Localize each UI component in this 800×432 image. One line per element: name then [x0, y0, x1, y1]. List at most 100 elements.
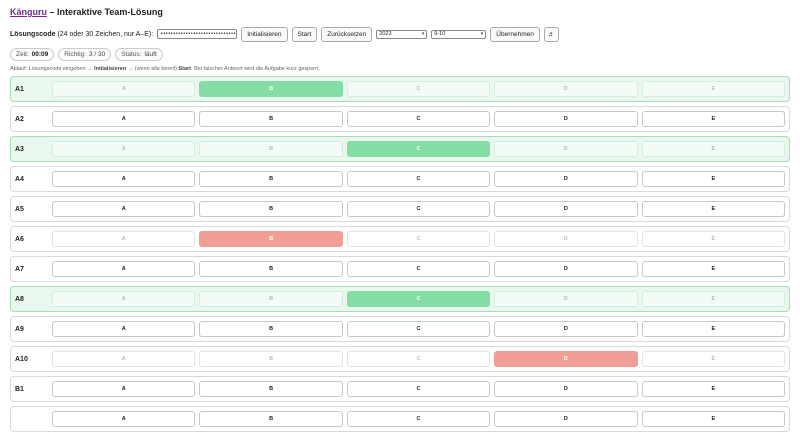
initialize-button[interactable]: Initialisieren — [241, 26, 288, 42]
answer-option-e: E — [641, 291, 786, 307]
answer-option-c[interactable]: C — [346, 261, 491, 277]
code-label-strong: Lösungscode — [10, 30, 56, 38]
answer-option-e[interactable]: E — [641, 411, 786, 427]
answer-option-a: A — [52, 81, 196, 97]
answer-options: ABCDE — [52, 171, 789, 187]
task-row: A3 A B C D E — [10, 136, 790, 162]
status-badge: Status: läuft — [115, 48, 163, 61]
grade-select[interactable]: 9-10 ▾ — [431, 29, 487, 39]
answer-option-d[interactable]: D — [494, 381, 638, 397]
answer-option-d[interactable]: D — [494, 261, 638, 277]
answer-option-a: A — [52, 231, 196, 247]
score-badge: Richtig: 3 / 30 — [58, 48, 112, 61]
answer-option-a[interactable]: A — [52, 411, 196, 427]
answer-option-d[interactable]: D — [494, 411, 638, 427]
task-row: A8 A B C D E — [10, 286, 790, 312]
solution-code-input[interactable]: •••••••••••••••••••••••••••••• — [157, 29, 238, 39]
chevron-down-icon: ▾ — [480, 31, 484, 37]
task-row: A7 A B C D E — [10, 256, 790, 282]
answer-option-e[interactable]: E — [641, 321, 786, 337]
answer-option-b[interactable]: B — [199, 261, 343, 277]
answer-option-c[interactable]: C — [346, 201, 491, 217]
header: Känguru – Interaktive Team-Lösung Lösung… — [0, 0, 800, 74]
status-bar: Zeit: 00:09 Richtig: 3 / 30 Status: läuf… — [10, 48, 790, 61]
answer-option-d[interactable]: D — [494, 351, 638, 367]
answer-options: ABCDE — [52, 351, 789, 367]
answer-option-c[interactable]: C — [346, 141, 491, 157]
status-label: Status: — [121, 51, 142, 58]
reset-button[interactable]: Zurücksetzen — [321, 26, 373, 42]
answer-option-a[interactable]: A — [52, 111, 196, 127]
answer-option-c[interactable]: C — [346, 111, 491, 127]
answer-option-a[interactable]: A — [52, 381, 196, 397]
timer-label: Zeit: — [16, 51, 29, 58]
answer-option-a: A — [52, 291, 196, 307]
answer-option-c[interactable]: C — [346, 291, 491, 307]
answer-option-e[interactable]: E — [641, 381, 786, 397]
answer-option-c: C — [346, 351, 491, 367]
answer-option-c[interactable]: C — [346, 381, 491, 397]
start-button[interactable]: Start — [291, 26, 318, 42]
answer-option-e[interactable]: E — [641, 201, 786, 217]
answer-option-b[interactable]: B — [199, 231, 343, 247]
year-select-value: 2023 — [379, 31, 392, 37]
task-row: B1 A B C D E — [10, 376, 790, 402]
answer-options: ABCDE — [52, 111, 789, 127]
answer-option-b[interactable]: B — [199, 201, 343, 217]
answer-option-b[interactable]: B — [199, 171, 343, 187]
apply-button[interactable]: Übernehmen — [490, 26, 540, 42]
music-note-icon: ♬ — [548, 30, 555, 38]
answer-option-c[interactable]: C — [346, 411, 491, 427]
answer-option-e: E — [641, 141, 786, 157]
answer-option-a[interactable]: A — [52, 201, 196, 217]
task-label: A1 — [15, 85, 24, 93]
task-label: A2 — [15, 115, 24, 123]
code-label-hint: (24 oder 30 Zeichen, nur A–E): — [55, 30, 154, 38]
answer-option-d[interactable]: D — [494, 111, 638, 127]
status-value: läuft — [144, 51, 157, 58]
answer-option-a: A — [52, 141, 196, 157]
answer-option-c[interactable]: C — [346, 171, 491, 187]
answer-option-d[interactable]: D — [494, 321, 638, 337]
answer-option-b[interactable]: B — [199, 111, 343, 127]
answer-option-a[interactable]: A — [52, 171, 196, 187]
brand-link[interactable]: Känguru — [10, 7, 47, 17]
task-label: A9 — [15, 325, 24, 333]
task-label: A4 — [15, 175, 24, 183]
instructions-text: Ablauf: Lösungscode eingeben → Initialis… — [10, 65, 790, 74]
task-row: A6 A B C D E — [10, 226, 790, 252]
title-text: – Interaktive Team-Lösung — [47, 7, 163, 17]
hint-strong: Start — [178, 66, 192, 72]
timer-badge: Zeit: 00:09 — [10, 48, 55, 61]
task-grid: A1 A B C D E A2 A B C D E A3 A B C D E A4 A B C D E A5 A B C D E A6 A B C… — [0, 76, 800, 432]
answer-option-a[interactable]: A — [52, 261, 196, 277]
hint-part: . Bei falscher Antwort wird die Aufgabe … — [191, 66, 321, 72]
answer-options: ABCDE — [52, 381, 789, 397]
answer-option-b[interactable]: B — [199, 81, 343, 97]
page-title: Känguru – Interaktive Team-Lösung — [10, 7, 790, 18]
music-button[interactable]: ♬ — [543, 26, 559, 42]
task-row: A2 A B C D E — [10, 106, 790, 132]
answer-option-a[interactable]: A — [52, 321, 196, 337]
answer-option-b[interactable]: B — [199, 321, 343, 337]
answer-option-e[interactable]: E — [641, 171, 786, 187]
grade-select-value: 9-10 — [434, 31, 446, 37]
answer-option-b: B — [199, 351, 343, 367]
answer-option-b: B — [199, 291, 343, 307]
task-row: A10 A B C D E — [10, 346, 790, 372]
controls-bar: Lösungscode (24 oder 30 Zeichen, nur A–E… — [10, 26, 790, 42]
answer-option-e[interactable]: E — [641, 261, 786, 277]
year-select[interactable]: 2023 ▾ — [376, 29, 428, 39]
answer-option-b[interactable]: B — [199, 381, 343, 397]
answer-option-b[interactable]: B — [199, 411, 343, 427]
answer-option-e[interactable]: E — [641, 111, 786, 127]
answer-option-e: E — [641, 81, 786, 97]
answer-option-d[interactable]: D — [494, 171, 638, 187]
answer-options: ABCDE — [52, 141, 789, 157]
task-row: A1 A B C D E — [10, 76, 790, 102]
answer-options: ABCDE — [52, 291, 789, 307]
task-row: ABCDE — [10, 406, 790, 432]
answer-option-d: D — [494, 231, 638, 247]
answer-option-c[interactable]: C — [346, 321, 491, 337]
answer-option-d[interactable]: D — [494, 201, 638, 217]
